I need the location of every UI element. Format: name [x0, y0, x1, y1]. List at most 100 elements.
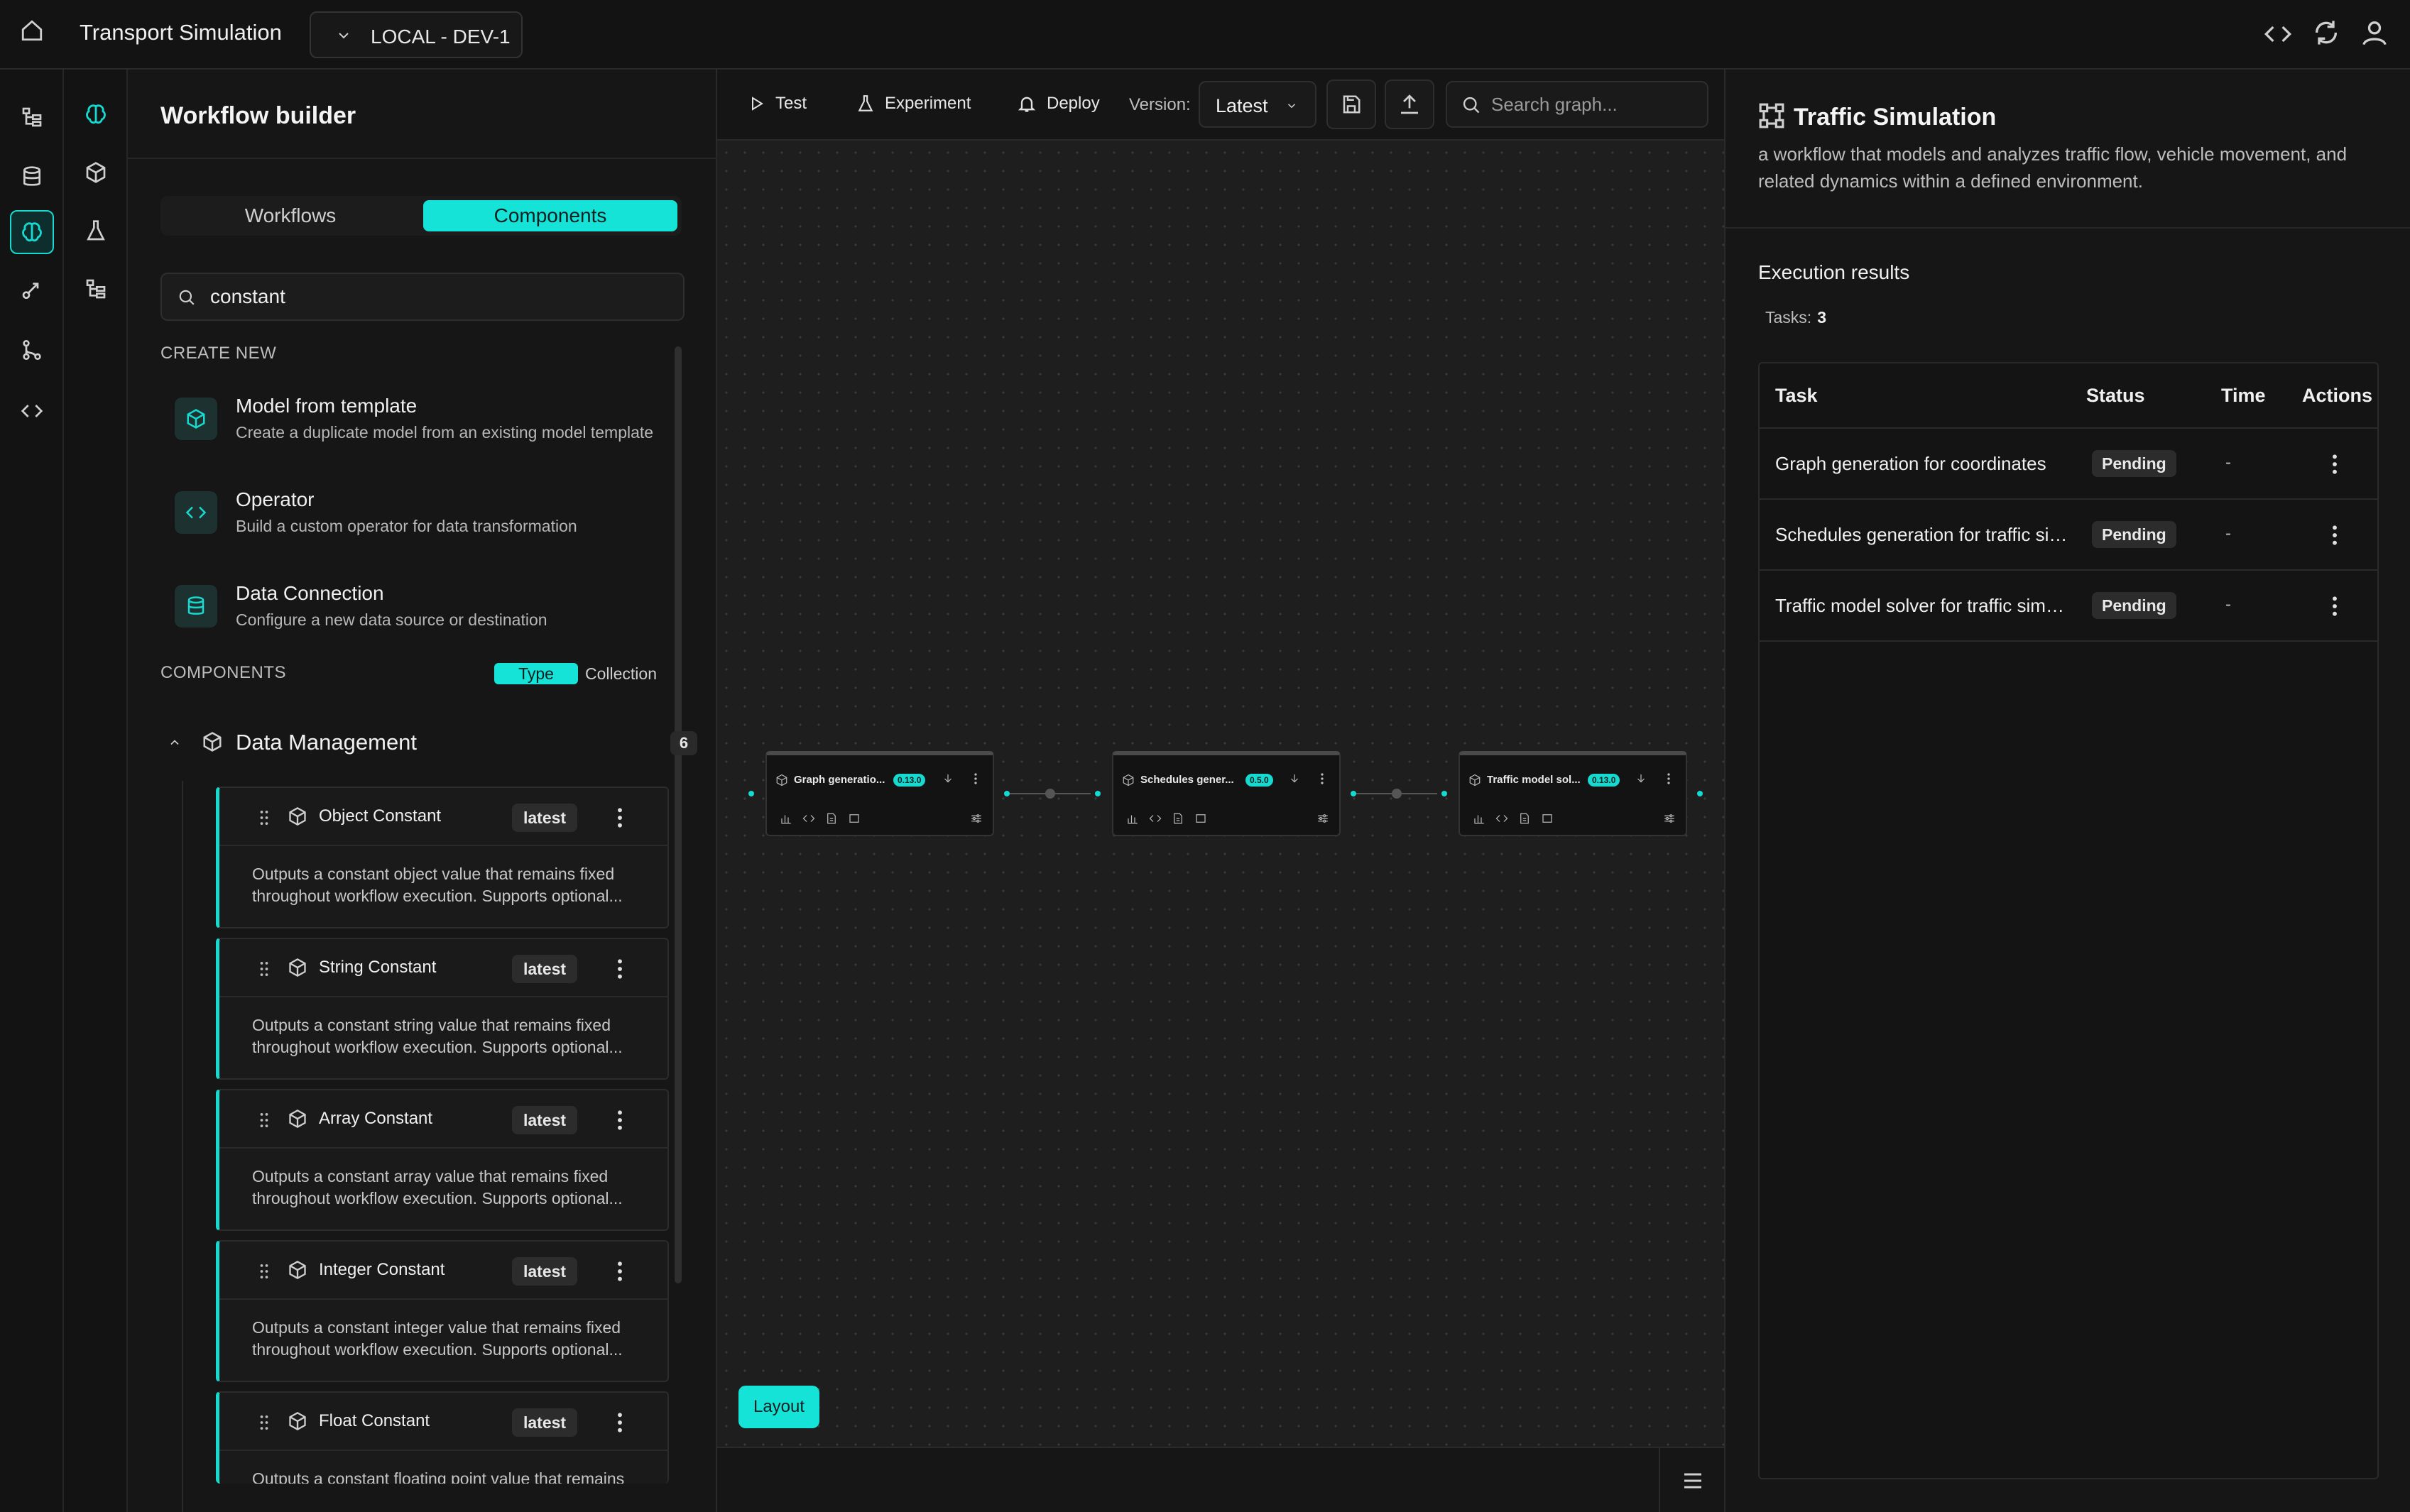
task-time: - [2225, 595, 2231, 614]
chart-icon[interactable] [1126, 812, 1139, 825]
graph-node[interactable]: Traffic model sol... 0.13.0 [1458, 751, 1687, 836]
more-vertical-icon[interactable] [606, 802, 634, 833]
column-header-time[interactable]: Time [2221, 385, 2266, 407]
more-vertical-icon[interactable] [1319, 772, 1325, 785]
tab-workflows[interactable]: Workflows [160, 196, 420, 236]
panel-title: Workflow builder [160, 102, 356, 129]
more-vertical-icon[interactable] [2321, 591, 2349, 622]
experiment-button[interactable]: Experiment [856, 89, 971, 118]
sliders-icon[interactable] [1316, 812, 1329, 825]
drag-handle-icon[interactable] [256, 959, 272, 979]
drag-handle-icon[interactable] [256, 1413, 272, 1432]
sliders-icon[interactable] [1663, 812, 1676, 825]
divider [1659, 1448, 1660, 1512]
output-port[interactable] [1004, 791, 1010, 796]
group-count-badge: 6 [670, 731, 697, 755]
create-operator[interactable]: Operator Build a custom operator for dat… [175, 481, 665, 559]
download-icon[interactable] [1288, 772, 1301, 785]
cube-icon [202, 731, 223, 752]
column-header-status[interactable]: Status [2086, 385, 2145, 407]
refresh-icon[interactable] [2312, 18, 2340, 47]
chart-icon[interactable] [780, 812, 792, 825]
workflow-canvas[interactable]: Test Experiment Deploy Version: Latest S… [717, 70, 1724, 1512]
tree-icon[interactable] [10, 95, 54, 139]
deploy-button[interactable]: Deploy [1017, 89, 1100, 118]
code-icon[interactable] [10, 389, 54, 433]
input-port[interactable] [748, 791, 754, 796]
graph-node[interactable]: Schedules gener... 0.5.0 [1112, 751, 1341, 836]
more-vertical-icon[interactable] [606, 1105, 634, 1136]
upload-button[interactable] [1385, 80, 1434, 129]
output-port[interactable] [1351, 791, 1356, 796]
more-vertical-icon[interactable] [1666, 772, 1672, 785]
component-card[interactable]: Array Constant latest Outputs a constant… [216, 1089, 669, 1231]
brain-icon[interactable] [74, 92, 118, 136]
download-icon[interactable] [942, 772, 954, 785]
graph-node[interactable]: Graph generatio... 0.13.0 [765, 751, 994, 836]
more-vertical-icon[interactable] [606, 1407, 634, 1438]
tab-components[interactable]: Components [423, 200, 677, 231]
more-vertical-icon[interactable] [2321, 520, 2349, 551]
component-card[interactable]: Float Constant latest Outputs a constant… [216, 1391, 669, 1484]
edge-handle[interactable] [1392, 789, 1402, 799]
document-icon[interactable] [825, 812, 838, 825]
input-port[interactable] [1441, 791, 1447, 796]
input-port[interactable] [1095, 791, 1101, 796]
drag-handle-icon[interactable] [256, 1261, 272, 1281]
table-row[interactable]: Traffic model solver for traffic simulat… [1760, 571, 2377, 642]
chevron-up-icon[interactable] [168, 735, 182, 750]
code-icon[interactable] [1149, 812, 1162, 825]
test-button[interactable]: Test [748, 89, 807, 118]
component-card[interactable]: String Constant latest Outputs a constan… [216, 938, 669, 1080]
edge-handle[interactable] [1045, 789, 1055, 799]
create-data-connection[interactable]: Data Connection Configure a new data sou… [175, 575, 665, 653]
more-vertical-icon[interactable] [2321, 449, 2349, 480]
code-icon[interactable] [2264, 20, 2292, 48]
more-vertical-icon[interactable] [606, 1256, 634, 1287]
tree-icon[interactable] [74, 267, 118, 311]
search-input[interactable] [210, 274, 665, 319]
cube-icon[interactable] [74, 150, 118, 195]
drag-handle-icon[interactable] [256, 1110, 272, 1130]
view-toggle-collection[interactable]: Collection [585, 663, 657, 684]
list-icon[interactable] [1680, 1468, 1706, 1494]
document-icon[interactable] [1518, 812, 1531, 825]
column-header-task[interactable]: Task [1775, 385, 1818, 407]
view-toggle-type[interactable]: Type [494, 663, 578, 684]
component-card[interactable]: Integer Constant latest Outputs a consta… [216, 1240, 669, 1382]
flask-icon[interactable] [74, 209, 118, 253]
brain-icon[interactable] [10, 210, 54, 254]
group-header-data-management[interactable]: Data Management 6 [160, 723, 697, 765]
version-select[interactable]: Latest [1199, 81, 1316, 128]
chart-icon[interactable] [1473, 812, 1485, 825]
git-branch-icon[interactable] [10, 328, 54, 372]
frame-icon[interactable] [848, 812, 861, 825]
cube-icon [288, 806, 307, 826]
more-vertical-icon[interactable] [973, 772, 978, 785]
version-badge: latest [512, 1408, 578, 1437]
graph-search-input[interactable] [1491, 82, 1697, 126]
code-icon[interactable] [1495, 812, 1508, 825]
task-time: - [2225, 524, 2231, 543]
frame-icon[interactable] [1541, 812, 1554, 825]
component-card[interactable]: Object Constant latest Outputs a constan… [216, 787, 669, 928]
environment-select[interactable]: LOCAL - DEV-1 [310, 11, 523, 58]
table-row[interactable]: Graph generation for coordinates Pending… [1760, 429, 2377, 500]
table-row[interactable]: Schedules generation for traffic simulat… [1760, 500, 2377, 571]
more-vertical-icon[interactable] [606, 953, 634, 985]
user-icon[interactable] [2360, 18, 2389, 47]
document-icon[interactable] [1172, 812, 1184, 825]
database-icon[interactable] [10, 155, 54, 199]
save-button[interactable] [1326, 80, 1376, 129]
download-icon[interactable] [1635, 772, 1647, 785]
code-icon[interactable] [802, 812, 815, 825]
frame-icon[interactable] [1194, 812, 1207, 825]
output-port[interactable] [1697, 791, 1703, 796]
sliders-icon[interactable] [970, 812, 983, 825]
home-icon[interactable] [20, 18, 53, 51]
drag-handle-icon[interactable] [256, 808, 272, 828]
create-model-from-template[interactable]: Model from template Create a duplicate m… [175, 388, 665, 466]
scrollbar[interactable] [675, 346, 682, 1283]
layout-button[interactable]: Layout [738, 1386, 819, 1428]
deploy-icon[interactable] [10, 268, 54, 312]
